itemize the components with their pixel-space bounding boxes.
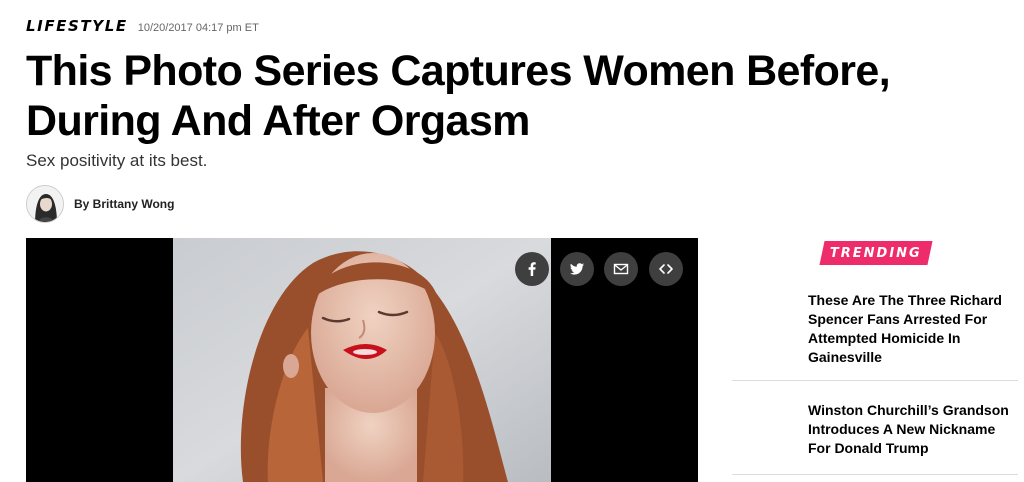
share-embed-button[interactable] <box>649 252 683 286</box>
headline: This Photo Series Captures Women Before,… <box>26 46 986 146</box>
trending-badge: TRENDING <box>819 241 933 265</box>
lead-photo <box>173 238 551 482</box>
share-twitter-button[interactable] <box>560 252 594 286</box>
trending-item[interactable]: These Are The Three Richard Spencer Fans… <box>808 291 1018 367</box>
article-meta: LIFESTYLE 10/20/2017 04:17 pm ET <box>26 17 259 35</box>
lead-media[interactable] <box>26 238 698 482</box>
author-avatar[interactable] <box>26 185 64 223</box>
facebook-icon <box>528 262 536 276</box>
author-name[interactable]: By Brittany Wong <box>74 197 174 211</box>
share-email-button[interactable] <box>604 252 638 286</box>
author-portrait <box>27 186 63 222</box>
headline-line-1: This Photo Series Captures Women Before, <box>26 47 891 95</box>
divider <box>732 474 1018 475</box>
section-link[interactable]: LIFESTYLE <box>26 17 128 35</box>
trending-label: TRENDING <box>830 245 922 261</box>
byline: By Brittany Wong <box>26 185 174 223</box>
headline-line-2: During And After Orgasm <box>26 97 530 145</box>
timestamp: 10/20/2017 04:17 pm ET <box>137 22 259 34</box>
email-icon <box>613 263 629 275</box>
divider <box>732 380 1018 381</box>
share-facebook-button[interactable] <box>515 252 549 286</box>
embed-icon <box>659 264 673 274</box>
twitter-icon <box>570 263 584 275</box>
article-dek: Sex positivity at its best. <box>26 151 208 170</box>
trending-item[interactable]: Winston Churchill’s Grandson Introduces … <box>808 401 1018 458</box>
